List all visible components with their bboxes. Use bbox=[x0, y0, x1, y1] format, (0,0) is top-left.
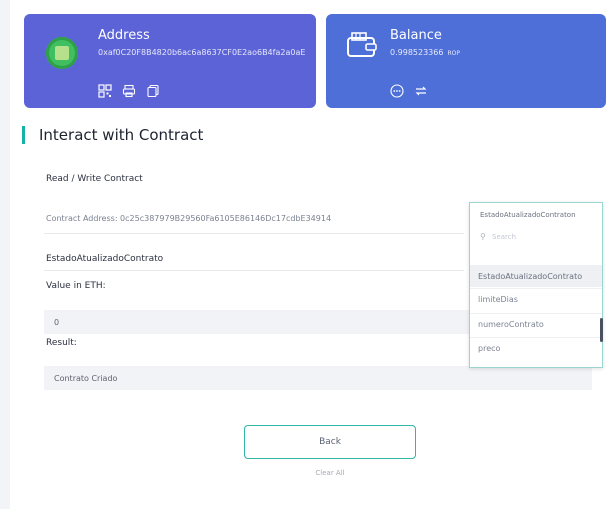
balance-value: 0.998523366 bbox=[390, 48, 444, 57]
address-title: Address bbox=[98, 28, 150, 43]
section-title: Interact with Contract bbox=[22, 126, 203, 144]
balance-card: Balance 0.998523366 ROP bbox=[326, 14, 606, 108]
swap-icon[interactable] bbox=[414, 84, 428, 98]
value-in-eth-label: Value in ETH: bbox=[46, 281, 106, 291]
dropdown-item[interactable]: preco bbox=[470, 337, 602, 359]
balance-title: Balance bbox=[390, 28, 442, 43]
balance-actions bbox=[390, 84, 428, 98]
more-icon[interactable] bbox=[390, 84, 404, 98]
function-dropdown[interactable]: EstadoAtualizadoContraton ⚲ Search Estad… bbox=[469, 202, 603, 368]
function-name: EstadoAtualizadoContrato bbox=[46, 254, 164, 264]
read-write-label: Read / Write Contract bbox=[46, 174, 143, 184]
balance-value-row: 0.998523366 ROP bbox=[390, 48, 460, 57]
print-icon[interactable] bbox=[122, 84, 136, 98]
search-icon: ⚲ bbox=[480, 232, 486, 241]
divider bbox=[44, 270, 464, 271]
dropdown-search-placeholder: Search bbox=[492, 233, 517, 241]
dropdown-item[interactable]: limiteDias bbox=[470, 288, 602, 310]
result-label: Result: bbox=[46, 338, 77, 348]
identicon-avatar bbox=[46, 37, 78, 69]
qr-code-icon[interactable] bbox=[98, 84, 112, 98]
dropdown-item[interactable]: EstadoAtualizadoContrato bbox=[470, 265, 602, 287]
result-output: Contrato Criado bbox=[44, 366, 592, 390]
address-card: Address 0xaf0C20F8B4820b6ac6a8637CF0E2ao… bbox=[24, 14, 316, 108]
dropdown-search[interactable]: ⚲ Search bbox=[470, 229, 602, 245]
dropdown-selected[interactable]: EstadoAtualizadoContraton bbox=[480, 211, 576, 219]
copy-icon[interactable] bbox=[146, 84, 160, 98]
dropdown-scrollbar[interactable] bbox=[600, 318, 603, 342]
divider bbox=[44, 233, 464, 234]
back-button[interactable]: Back bbox=[244, 425, 416, 459]
contract-address-label: Contract Address: 0c25c387979B29560Fa610… bbox=[46, 214, 332, 223]
wallet-icon bbox=[347, 32, 377, 57]
page: Address 0xaf0C20F8B4820b6ac6a8637CF0E2ao… bbox=[10, 0, 606, 509]
clear-all-link[interactable]: Clear All bbox=[10, 469, 606, 477]
balance-unit: ROP bbox=[447, 50, 460, 57]
address-actions bbox=[98, 84, 160, 98]
address-value: 0xaf0C20F8B4820b6ac6a8637CF0E2ao6B4fa2a0… bbox=[98, 48, 306, 57]
dropdown-item[interactable]: numeroContrato bbox=[470, 313, 602, 335]
